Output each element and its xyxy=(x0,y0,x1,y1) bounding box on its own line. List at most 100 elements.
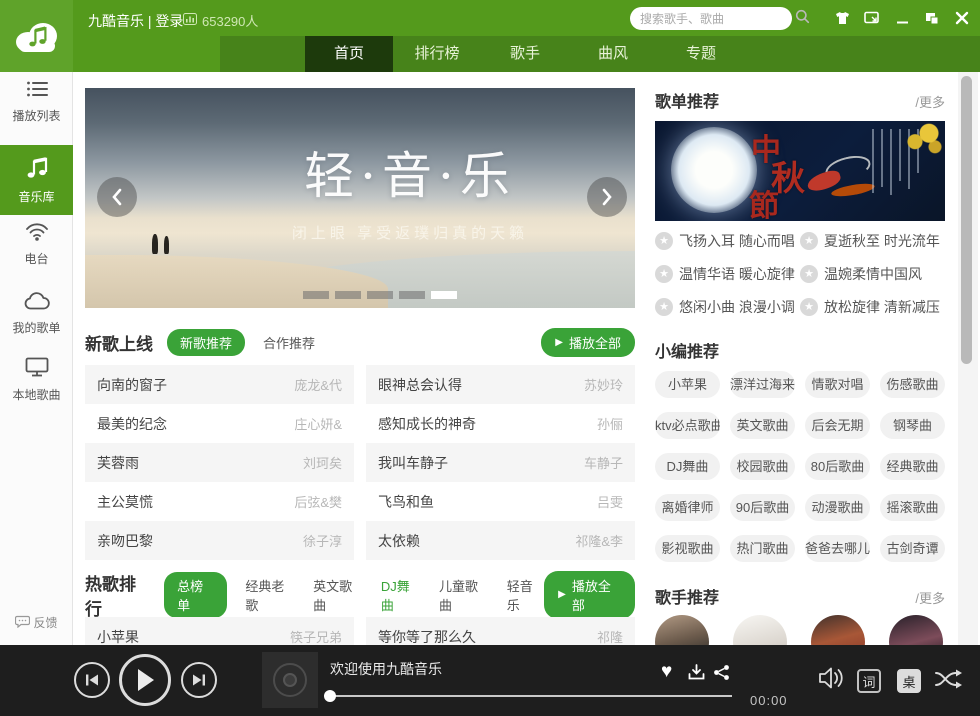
playlist-link[interactable]: ★悠闲小曲 浪漫小调 xyxy=(655,297,800,317)
hot-tab-dj[interactable]: DJ舞曲 xyxy=(381,576,421,614)
tag-button[interactable]: 情歌对唱 xyxy=(805,371,870,398)
song-row[interactable]: 主公莫慌后弦&樊 xyxy=(85,482,354,521)
progress-knob[interactable] xyxy=(324,690,336,702)
song-row[interactable]: 眼神总会认得苏妙玲 xyxy=(366,365,635,404)
app-logo[interactable] xyxy=(0,0,73,72)
tag-button[interactable]: 影视歌曲 xyxy=(655,535,720,562)
lyrics-button[interactable]: 词 xyxy=(857,669,881,693)
nav-tab-genres[interactable]: 曲风 xyxy=(569,36,657,72)
progress-bar[interactable] xyxy=(326,695,732,697)
close-icon[interactable] xyxy=(954,10,970,26)
favorite-icon[interactable]: ♥ xyxy=(661,661,672,683)
sidebar-item-music-library[interactable]: 音乐库 xyxy=(0,145,73,215)
song-row[interactable]: 最美的纪念庄心妍& xyxy=(85,404,354,443)
tag-button[interactable]: 动漫歌曲 xyxy=(805,494,870,521)
app-title-login[interactable]: 九酷音乐 | 登录 xyxy=(88,11,183,31)
hot-songs-play-all-button[interactable]: ▶播放全部 xyxy=(544,571,635,619)
banner-char: 節 xyxy=(749,181,779,221)
new-songs-play-all-button[interactable]: ▶播放全部 xyxy=(541,328,635,357)
play-button[interactable] xyxy=(119,654,171,706)
artist-rec-header: 歌手推荐 /更多 xyxy=(655,584,945,608)
song-row[interactable]: 飞鸟和鱼吕雯 xyxy=(366,482,635,521)
tag-button[interactable]: 热门歌曲 xyxy=(730,535,795,562)
tag-button[interactable]: 英文歌曲 xyxy=(730,412,795,439)
volume-icon[interactable] xyxy=(818,665,846,691)
nav-tab-charts[interactable]: 排行榜 xyxy=(393,36,481,72)
search-box[interactable] xyxy=(630,7,792,30)
search-input[interactable] xyxy=(640,12,795,26)
sidebar-item-radio[interactable]: 电台 xyxy=(0,222,73,267)
tag-button[interactable]: 古剑奇谭 xyxy=(880,535,945,562)
nav-tab-artists[interactable]: 歌手 xyxy=(481,36,569,72)
shuffle-icon[interactable] xyxy=(934,667,964,691)
nav-tab-topics[interactable]: 专题 xyxy=(657,36,745,72)
sidebar-item-local-songs[interactable]: 本地歌曲 xyxy=(0,357,73,403)
tag-button[interactable]: 钢琴曲 xyxy=(880,412,945,439)
tag-button[interactable]: 摇滚歌曲 xyxy=(880,494,945,521)
playlist-link[interactable]: ★温情华语 暖心旋律 xyxy=(655,264,800,284)
hot-tab-overall[interactable]: 总榜单 xyxy=(164,572,227,618)
song-row[interactable]: 向南的窗子庞龙&代 xyxy=(85,365,354,404)
tag-button[interactable]: 漂洋过海来 xyxy=(730,371,795,398)
share-icon[interactable] xyxy=(713,664,730,681)
song-row[interactable]: 亲吻巴黎徐子淳 xyxy=(85,521,354,560)
search-icon[interactable] xyxy=(795,9,810,29)
tag-button[interactable]: DJ舞曲 xyxy=(655,453,720,480)
hot-tab-light-music[interactable]: 轻音乐 xyxy=(507,576,544,614)
tag-button[interactable]: ktv必点歌曲 xyxy=(655,412,720,439)
sidebar-item-playlist[interactable]: 播放列表 xyxy=(0,80,73,124)
new-songs-tab-partner[interactable]: 合作推荐 xyxy=(263,333,315,352)
feedback-button[interactable]: 反馈 xyxy=(0,614,73,631)
previous-track-button[interactable] xyxy=(74,662,110,698)
song-row[interactable]: 太依赖祁隆&李 xyxy=(366,521,635,560)
next-track-button[interactable] xyxy=(181,662,217,698)
tag-button[interactable]: 爸爸去哪儿 xyxy=(805,535,870,562)
scrollbar-track[interactable] xyxy=(958,72,978,645)
tag-button[interactable]: 后会无期 xyxy=(805,412,870,439)
song-artist: 刘珂矣 xyxy=(303,453,342,472)
hot-tab-children[interactable]: 儿童歌曲 xyxy=(439,576,489,614)
playlist-link[interactable]: ★夏逝秋至 时光流年 xyxy=(800,231,945,251)
skin-icon[interactable] xyxy=(834,10,850,26)
mid-autumn-banner[interactable]: 中 秋 節 xyxy=(655,121,945,221)
tag-button[interactable]: 小苹果 xyxy=(655,371,720,398)
tag-button[interactable]: 90后歌曲 xyxy=(730,494,795,521)
nav-tab-home[interactable]: 首页 xyxy=(305,36,393,72)
download-icon[interactable] xyxy=(688,664,705,681)
playlist-rec-more-link[interactable]: /更多 xyxy=(915,92,945,111)
carousel-banner[interactable]: 轻·音·乐 闭上眼 享受返璞归真的天籁 xyxy=(85,88,635,308)
star-icon: ★ xyxy=(655,265,673,283)
playlist-link[interactable]: ★放松旋律 清新减压 xyxy=(800,297,945,317)
album-art[interactable] xyxy=(262,652,318,708)
hot-tab-classics[interactable]: 经典老歌 xyxy=(245,576,295,614)
carousel-dot-5[interactable] xyxy=(431,291,457,299)
tag-button[interactable]: 80后歌曲 xyxy=(805,453,870,480)
carousel-dot-2[interactable] xyxy=(335,291,361,299)
minimize-icon[interactable] xyxy=(894,10,910,26)
mini-mode-icon[interactable] xyxy=(864,10,880,26)
playlist-link[interactable]: ★温婉柔情中国风 xyxy=(800,264,945,284)
tag-button[interactable]: 校园歌曲 xyxy=(730,453,795,480)
song-row[interactable]: 感知成长的神奇孙俪 xyxy=(366,404,635,443)
carousel-prev-arrow[interactable] xyxy=(97,177,137,217)
carousel-caption: 轻·音·乐 闭上眼 享受返璞归真的天籁 xyxy=(270,136,550,243)
sidebar-item-label: 音乐库 xyxy=(0,188,73,205)
hot-tab-english[interactable]: 英文歌曲 xyxy=(313,576,363,614)
carousel-dot-4[interactable] xyxy=(399,291,425,299)
tag-button[interactable]: 经典歌曲 xyxy=(880,453,945,480)
song-row[interactable]: 芙蓉雨刘珂矣 xyxy=(85,443,354,482)
artist-rec-more-link[interactable]: /更多 xyxy=(915,588,945,607)
tag-button[interactable]: 伤感歌曲 xyxy=(880,371,945,398)
song-row[interactable]: 我叫车静子车静子 xyxy=(366,443,635,482)
desktop-lyrics-button[interactable]: 桌 xyxy=(897,669,921,693)
carousel-dot-1[interactable] xyxy=(303,291,329,299)
new-songs-tab-recommended[interactable]: 新歌推荐 xyxy=(167,329,245,356)
carousel-dot-3[interactable] xyxy=(367,291,393,299)
scrollbar-thumb[interactable] xyxy=(961,76,972,364)
carousel-next-arrow[interactable] xyxy=(587,177,627,217)
tag-button[interactable]: 离婚律师 xyxy=(655,494,720,521)
sidebar-item-my-playlists[interactable]: 我的歌单 xyxy=(0,292,73,336)
maximize-icon[interactable] xyxy=(924,10,940,26)
app-window: 九酷音乐 | 登录 653290人 xyxy=(0,0,980,716)
playlist-link[interactable]: ★飞扬入耳 随心而唱 xyxy=(655,231,800,251)
